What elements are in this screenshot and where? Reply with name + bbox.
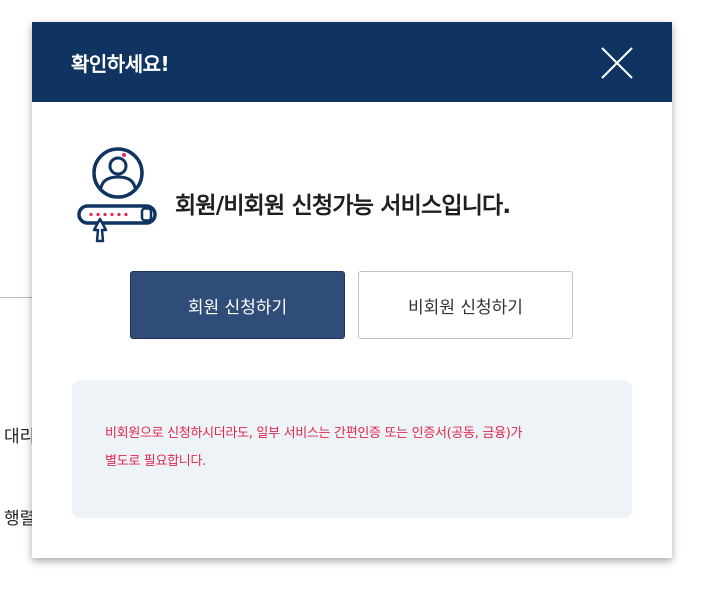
nonmember-apply-button[interactable]: 비회원 신청하기 [358,271,573,339]
close-button[interactable] [598,44,636,82]
notice-box: 비회원으로 신청하시더라도, 일부 서비스는 간편인증 또는 인증서(공동, 금… [72,380,632,518]
background-text-line: 대리 [4,427,36,447]
member-apply-button[interactable]: 회원 신청하기 [130,271,345,339]
service-availability-text: 회원/비회원 신청가능 서비스입니다. [175,193,511,219]
modal-title: 확인하세요! [71,52,170,76]
background-text-line: 행렬 [4,509,36,529]
notice-text: 비회원으로 신청하시더라도, 일부 서비스는 간편인증 또는 인증서(공동, 금… [105,420,605,476]
modal-header: 확인하세요! [32,22,672,102]
notice-line: 별도로 필요합니다. [105,454,206,469]
close-icon [601,47,633,79]
user-login-icon [76,144,160,244]
notice-line: 비회원으로 신청하시더라도, 일부 서비스는 간편인증 또는 인증서(공동, 금… [105,426,523,441]
confirm-modal: 확인하세요! 회원/비회원 신청가능 서비스입니다. 회원 신청하기 비회원 신… [32,22,672,558]
